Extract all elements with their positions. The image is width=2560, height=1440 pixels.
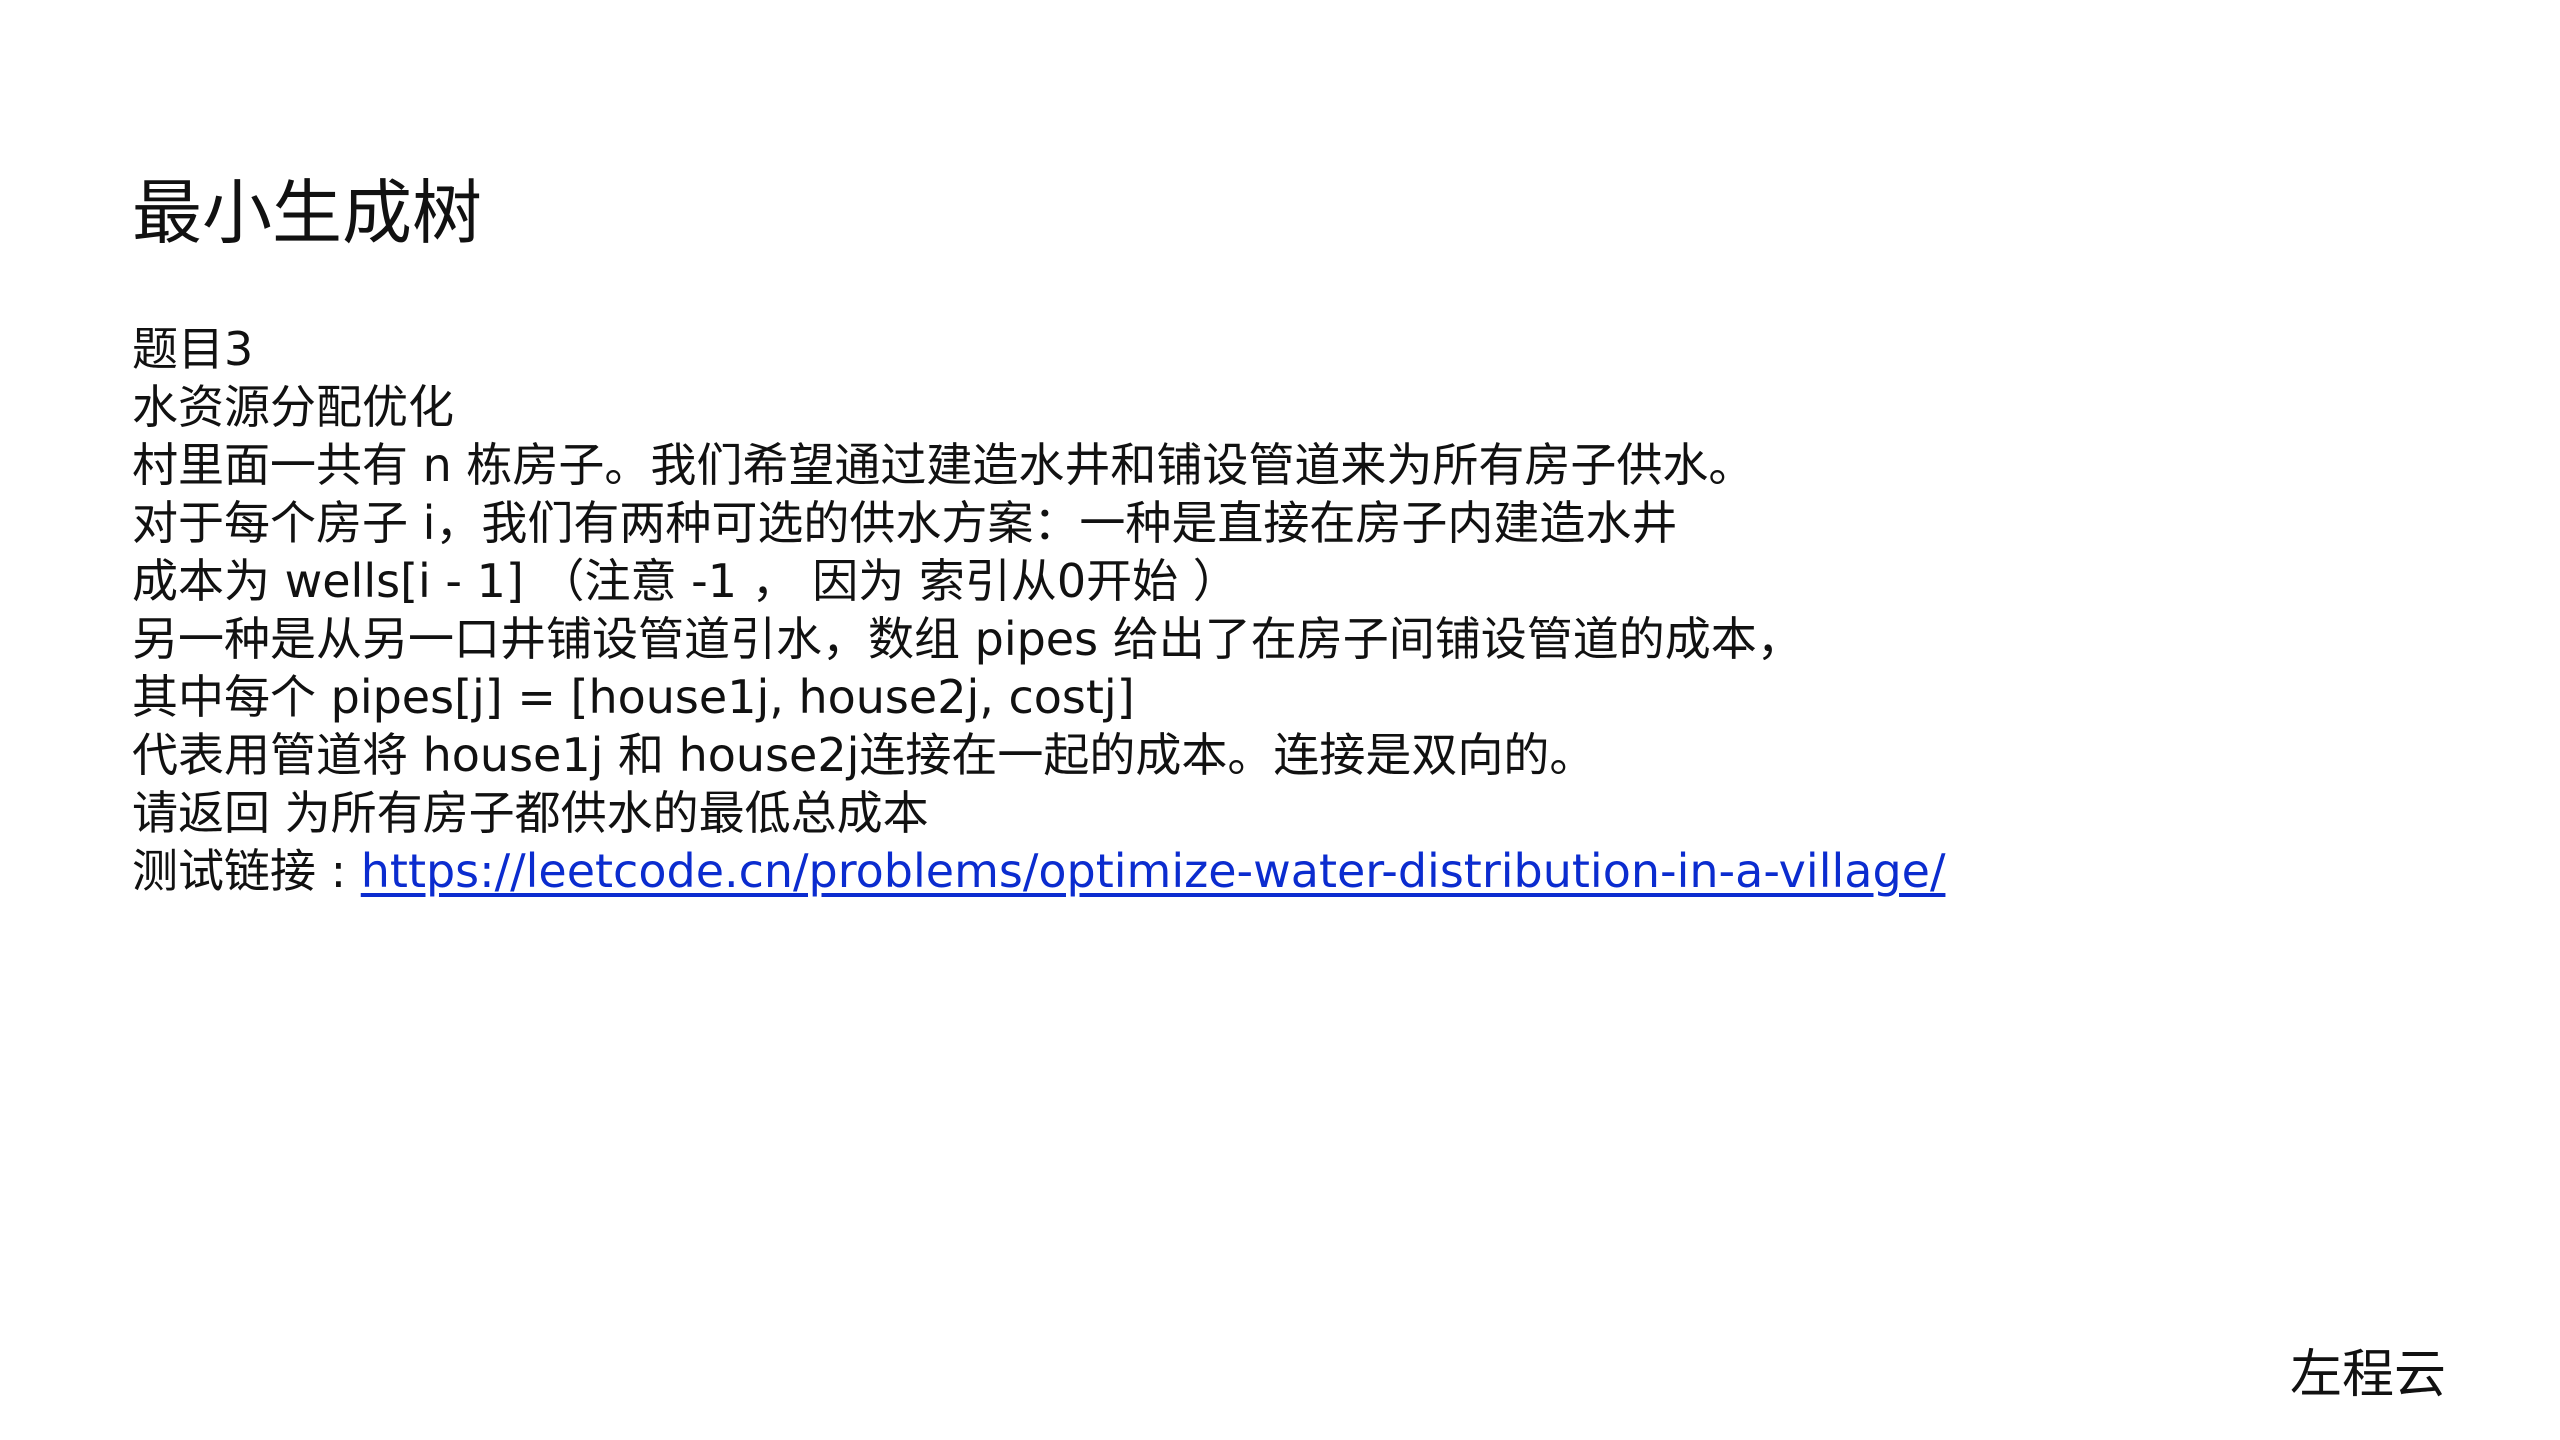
problem-description-line: 另一种是从另一口井铺设管道引水，数组 pipes 给出了在房子间铺设管道的成本， <box>132 612 1803 666</box>
author-footer: 左程云 <box>2290 1345 2447 1405</box>
problem-description-line: 请返回 为所有房子都供水的最低总成本 <box>132 786 929 840</box>
test-link-label: 测试链接 : <box>132 844 361 898</box>
problem-description-line: 对于每个房子 i，我们有两种可选的供水方案：一种是直接在房子内建造水井 <box>132 496 1678 550</box>
problem-name: 水资源分配优化 <box>132 380 454 434</box>
problem-number: 题目3 <box>132 322 254 376</box>
problem-description-line: 代表用管道将 house1j 和 house2j连接在一起的成本。连接是双向的。 <box>132 728 1596 782</box>
problem-description-line: 成本为 wells[i - 1] （注意 -1 ， 因为 索引从0开始 ） <box>132 554 1239 608</box>
slide-body: 题目3 水资源分配优化 村里面一共有 n 栋房子。我们希望通过建造水井和铺设管道… <box>132 320 2432 900</box>
slide: 最小生成树 题目3 水资源分配优化 村里面一共有 n 栋房子。我们希望通过建造水… <box>0 0 2560 1440</box>
test-link[interactable]: https://leetcode.cn/problems/optimize-wa… <box>361 844 1946 898</box>
slide-title: 最小生成树 <box>132 172 482 254</box>
problem-description-line: 其中每个 pipes[j] = [house1j, house2j, costj… <box>132 670 1135 724</box>
test-link-line: 测试链接 : https://leetcode.cn/problems/opti… <box>132 842 2432 900</box>
problem-description-line: 村里面一共有 n 栋房子。我们希望通过建造水井和铺设管道来为所有房子供水。 <box>132 438 1755 492</box>
